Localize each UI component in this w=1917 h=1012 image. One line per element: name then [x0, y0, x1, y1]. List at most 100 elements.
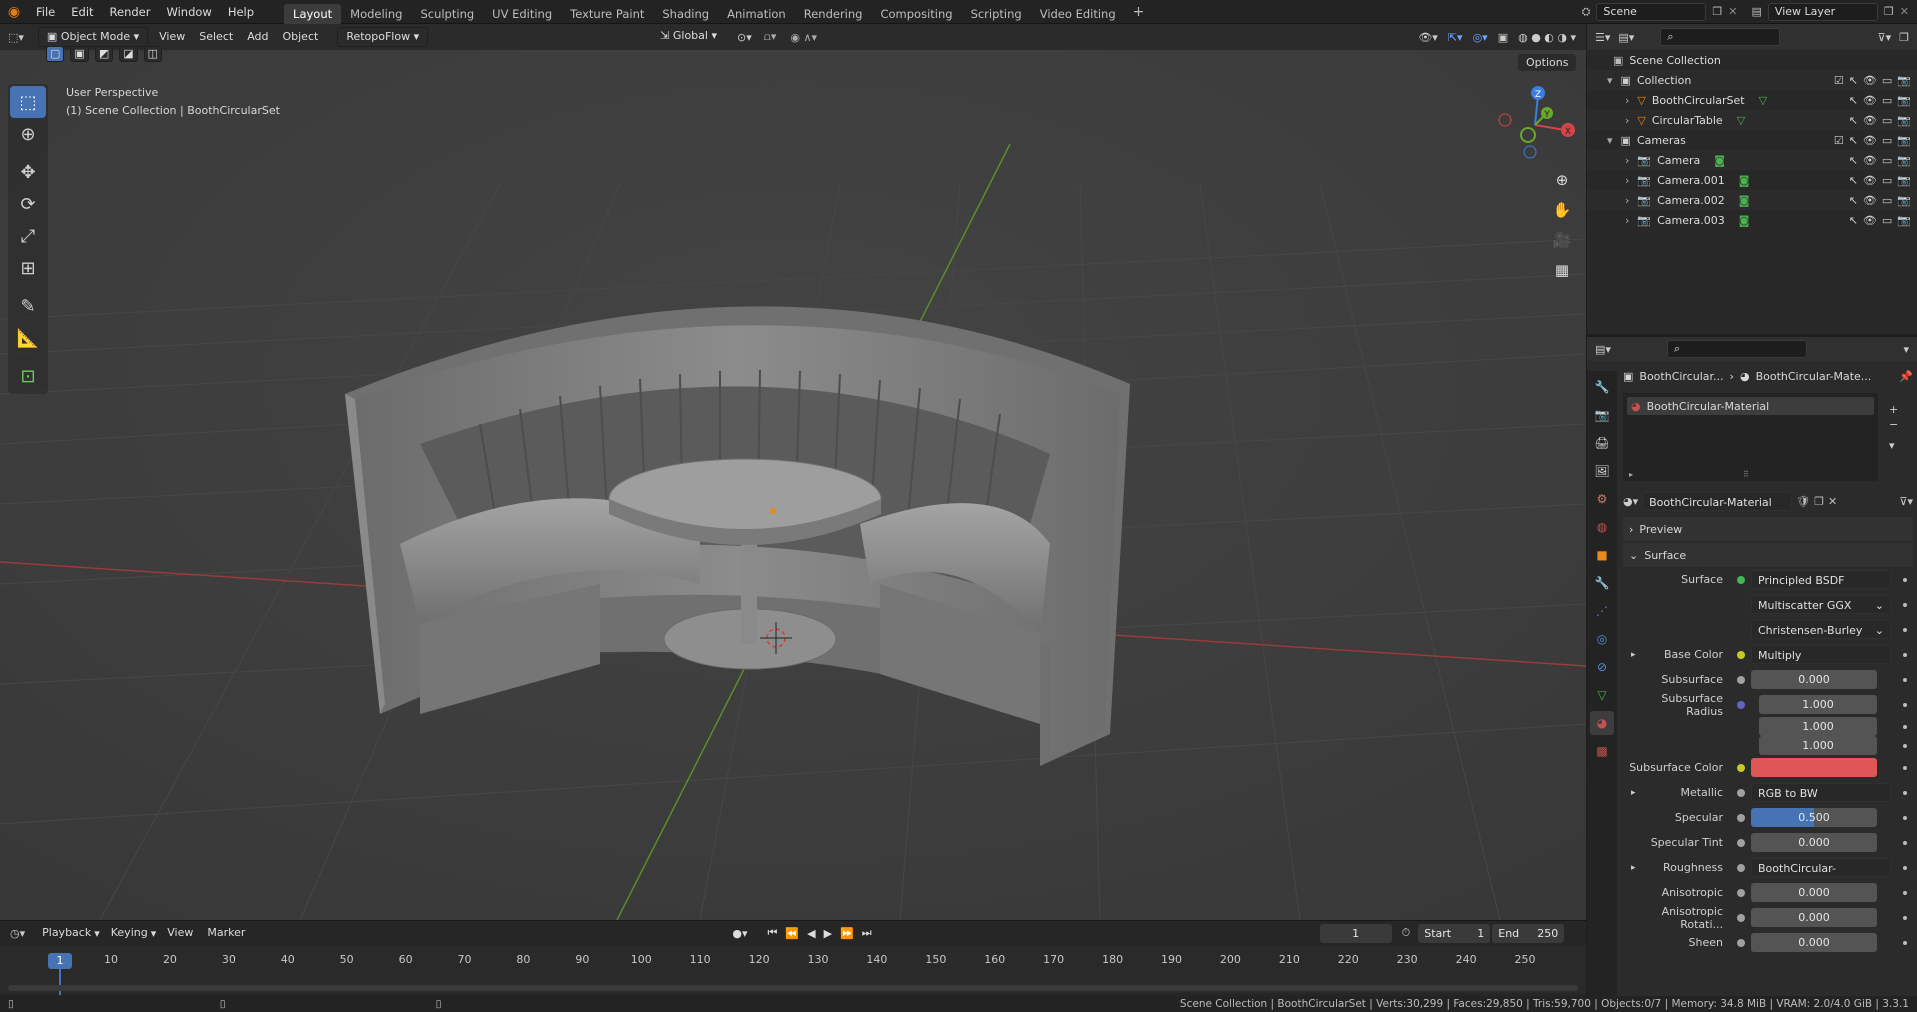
menu-window[interactable]: Window: [158, 0, 219, 24]
mesh-data-icon[interactable]: ▽: [1737, 114, 1745, 127]
keyframe-dot-icon[interactable]: [1903, 602, 1907, 607]
end-frame-field[interactable]: End 250: [1492, 923, 1565, 943]
options-button[interactable]: Options: [1518, 54, 1577, 71]
prop-field-value-1[interactable]: Multiscatter GGX ⌄: [1751, 595, 1891, 614]
socket-icon[interactable]: [1737, 788, 1745, 797]
viewport-icon[interactable]: ▭: [1882, 194, 1892, 207]
timeline-menu-keying[interactable]: Keying: [104, 921, 155, 945]
outliner-item-collection[interactable]: ▾ ▣ Collection ☑ ↖ 👁 ▭ 📷: [1587, 70, 1917, 90]
add-slot-icon[interactable]: +: [1889, 403, 1898, 416]
pivot-icon[interactable]: ⊙▾: [737, 31, 752, 44]
eye-icon[interactable]: 👁: [1863, 214, 1877, 227]
keyframe-dot-icon[interactable]: [1903, 840, 1907, 845]
outliner-search-input[interactable]: ⌕: [1660, 28, 1781, 46]
keyframe-dot-icon[interactable]: [1903, 865, 1907, 870]
expand-arrow-icon[interactable]: ›: [1625, 194, 1629, 207]
tab-sculpting[interactable]: Sculpting: [411, 4, 483, 24]
expand-input-icon[interactable]: ▸: [1631, 650, 1636, 660]
prop-field-value-2[interactable]: Christensen-Burley ⌄: [1751, 620, 1891, 639]
socket-icon[interactable]: [1737, 838, 1745, 847]
camera-data-icon[interactable]: ◙: [1739, 174, 1750, 187]
camera-data-icon[interactable]: ◙: [1739, 194, 1750, 207]
expand-arrow-icon[interactable]: ›: [1625, 114, 1629, 127]
keyframe-dot-icon[interactable]: [1903, 627, 1907, 632]
menu-render[interactable]: Render: [102, 0, 159, 24]
shading-modes-icon[interactable]: ◍ ● ◐ ◑ ▾: [1518, 31, 1576, 44]
keyframe-dot-icon[interactable]: [1903, 724, 1907, 729]
prop-field-specular[interactable]: 0.500: [1751, 808, 1877, 827]
prop-field-specular-tint[interactable]: 0.000: [1751, 833, 1877, 852]
expand-arrow-icon[interactable]: ›: [1625, 214, 1629, 227]
timeline-scrollbar[interactable]: [8, 985, 1578, 991]
prop-field-value-7[interactable]: 1.000: [1759, 736, 1877, 755]
checkbox-icon[interactable]: ☑: [1834, 134, 1844, 147]
viewport-menu-object[interactable]: Object: [275, 24, 325, 50]
surface-panel-header[interactable]: ⌄ Surface: [1623, 543, 1913, 567]
selectable-icon[interactable]: ↖: [1849, 94, 1858, 107]
select-box-tool-icon[interactable]: ⬚: [10, 86, 46, 118]
outliner-item-camera[interactable]: › 📷 Camera ◙ ↖ 👁 ▭ 📷: [1587, 150, 1917, 170]
ortho-grid-icon[interactable]: ▦: [1548, 256, 1576, 284]
scene-tab-icon[interactable]: ⚙: [1590, 487, 1614, 511]
particles-tab-icon[interactable]: ⋰: [1590, 599, 1614, 623]
browse-material-icon[interactable]: ◕▾: [1623, 495, 1638, 508]
gizmo-toggle-icon[interactable]: ⇱▾: [1448, 31, 1463, 44]
texture-tab-icon[interactable]: ▩: [1590, 739, 1614, 763]
render-icon[interactable]: 📷: [1897, 154, 1911, 167]
display-mode-icon[interactable]: ▤▾: [1618, 31, 1634, 44]
play-icon[interactable]: ▶: [824, 927, 832, 940]
filter-icon[interactable]: ⊽▾: [1878, 31, 1892, 44]
prop-field-base-color[interactable]: Multiply: [1751, 645, 1891, 664]
navigation-gizmo[interactable]: X Z Y: [1490, 80, 1580, 170]
timeline-menu-playback[interactable]: Playback: [35, 921, 98, 945]
camera-view-icon[interactable]: 🎥: [1548, 226, 1576, 254]
3d-viewport[interactable]: ⬚▾ ▣ Object Mode ▾ View Select Add Object R…: [0, 24, 1586, 920]
viewport-icon[interactable]: ▭: [1882, 154, 1892, 167]
outliner-item-camera-001[interactable]: › 📷 Camera.001 ◙ ↖ 👁 ▭ 📷: [1587, 170, 1917, 190]
physics-tab-icon[interactable]: ◎: [1590, 627, 1614, 651]
checkbox-icon[interactable]: ☑: [1834, 74, 1844, 87]
viewport-icon[interactable]: ▭: [1882, 134, 1892, 147]
world-tab-icon[interactable]: ◍: [1590, 515, 1614, 539]
fake-user-icon[interactable]: 🛡: [1796, 495, 1810, 508]
timeline-menu-marker[interactable]: Marker: [200, 921, 252, 945]
expand-arrow-icon[interactable]: ▾: [1607, 134, 1613, 147]
selectable-icon[interactable]: ↖: [1849, 174, 1858, 187]
outliner-item-camera-002[interactable]: › 📷 Camera.002 ◙ ↖ 👁 ▭ 📷: [1587, 190, 1917, 210]
render-icon[interactable]: 📷: [1897, 94, 1911, 107]
eye-icon[interactable]: 👁: [1863, 74, 1877, 87]
viewport-icon[interactable]: ▭: [1882, 174, 1892, 187]
prop-field-subsurface-radius[interactable]: 1.000: [1759, 695, 1877, 714]
scene-collection-row[interactable]: ▣ Scene Collection: [1587, 50, 1917, 70]
render-icon[interactable]: 📷: [1897, 174, 1911, 187]
pin-icon[interactable]: 📌: [1899, 370, 1913, 383]
prop-field-anisotropic[interactable]: 0.000: [1751, 883, 1877, 902]
delete-scene-icon[interactable]: ✕: [1728, 5, 1737, 18]
material-name-field[interactable]: BoothCircular-Material: [1642, 491, 1793, 511]
tab-compositing[interactable]: Compositing: [871, 4, 961, 24]
scene-selector[interactable]: Scene: [1596, 2, 1707, 21]
xray-icon[interactable]: ▣: [1498, 31, 1508, 44]
list-resize-handle[interactable]: ⠿: [1743, 470, 1749, 479]
proportional-edit-icon[interactable]: ◉ ∧▾: [790, 31, 817, 44]
duplicate-material-icon[interactable]: ❐: [1814, 495, 1824, 508]
select-box-mode-icon[interactable]: ▢: [46, 46, 65, 62]
render-icon[interactable]: 📷: [1897, 134, 1911, 147]
socket-icon[interactable]: [1737, 813, 1745, 822]
scale-tool-icon[interactable]: ⤢: [10, 220, 46, 252]
scene-icon[interactable]: ⛭: [1582, 5, 1591, 19]
viewport-icon[interactable]: ▭: [1882, 114, 1892, 127]
preview-range-icon[interactable]: ⏱: [1402, 926, 1411, 940]
select-subtract-mode-icon[interactable]: ◩: [94, 46, 114, 62]
keyframe-dot-icon[interactable]: [1903, 652, 1907, 657]
prop-field-metallic[interactable]: RGB to BW: [1751, 783, 1891, 802]
properties-search-input[interactable]: ⌕: [1666, 340, 1807, 358]
rotate-tool-icon[interactable]: ⟳: [10, 188, 46, 220]
selectable-icon[interactable]: ↖: [1849, 194, 1858, 207]
prev-keyframe-icon[interactable]: ⏪: [785, 927, 799, 940]
autokey-icon[interactable]: ●▾: [732, 927, 747, 940]
select-intersect-mode-icon[interactable]: ◫: [143, 46, 163, 62]
expand-arrow-icon[interactable]: ›: [1625, 154, 1629, 167]
remove-slot-icon[interactable]: −: [1889, 418, 1898, 431]
visibility-icon[interactable]: 👁▾: [1418, 31, 1438, 44]
